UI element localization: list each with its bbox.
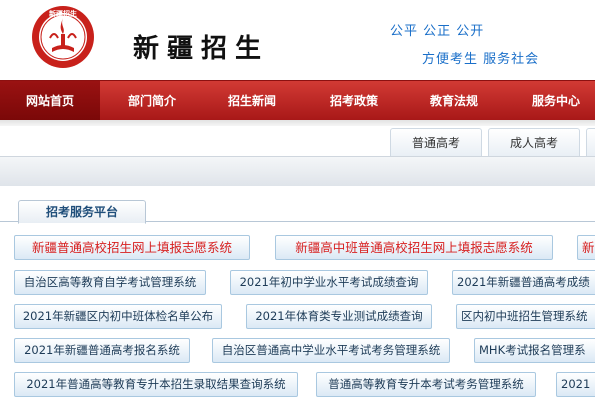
main-nav: 网站首页 部门简介 招生新闻 招考政策 教育法规 服务中心 bbox=[0, 80, 595, 121]
service-button[interactable]: 2021 bbox=[556, 372, 595, 397]
service-button[interactable]: 自治区高等教育自学考试管理系统 bbox=[14, 270, 206, 295]
nav-item-service-center[interactable]: 服务中心 bbox=[506, 81, 595, 121]
service-button[interactable]: 新疆普通高校招生网上填报志愿系统 bbox=[14, 235, 250, 260]
service-button[interactable]: 普通高等教育专升本考试考务管理系统 bbox=[316, 372, 536, 397]
site-title: 新疆招生 bbox=[133, 34, 270, 64]
page: 新疆招生 新疆招生 公平 公正 公开 方便考生 服务社会 网站首页 部门简介 招… bbox=[0, 0, 595, 406]
service-button[interactable]: 2021年初中学业水平考试成绩查询 bbox=[230, 270, 428, 295]
service-button[interactable]: 2021年新疆普通高考成绩 bbox=[452, 270, 595, 295]
service-button[interactable]: 区内初中班招生管理系统 bbox=[456, 304, 595, 329]
gray-band bbox=[0, 156, 595, 186]
nav-item-news[interactable]: 招生新闻 bbox=[204, 81, 300, 121]
tab-regular-exam[interactable]: 普通高考 bbox=[390, 128, 482, 156]
site-logo-icon[interactable]: 新疆招生 bbox=[30, 4, 96, 70]
service-button[interactable]: 新疆高中班普通高校招生网上填报志愿系统 bbox=[275, 235, 553, 260]
nav-item-home[interactable]: 网站首页 bbox=[0, 81, 100, 121]
tab-more[interactable] bbox=[586, 128, 595, 156]
exam-subtabs: 普通高考 成人高考 bbox=[0, 126, 595, 156]
logo-text: 新疆招生 bbox=[49, 9, 77, 18]
nav-item-policy[interactable]: 招考政策 bbox=[304, 81, 404, 121]
slogan-line-2: 方便考生 服务社会 bbox=[422, 52, 540, 67]
service-button[interactable]: 2021年普通高等教育专升本招生录取结果查询系统 bbox=[14, 372, 298, 397]
service-button[interactable]: 2021年体育类专业测试成绩查询 bbox=[246, 304, 432, 329]
service-button[interactable]: 自治区普通高中学业水平考试考务管理系统 bbox=[212, 338, 450, 363]
nav-item-department[interactable]: 部门简介 bbox=[104, 81, 200, 121]
platform-title: 招考服务平台 bbox=[18, 200, 146, 224]
tab-adult-exam[interactable]: 成人高考 bbox=[488, 128, 580, 156]
nav-item-regulations[interactable]: 教育法规 bbox=[406, 81, 502, 121]
service-button[interactable]: 2021年新疆普通高考报名系统 bbox=[14, 338, 190, 363]
slogan-line-1: 公平 公正 公开 bbox=[390, 24, 485, 39]
site-header: 新疆招生 新疆招生 公平 公正 公开 方便考生 服务社会 bbox=[0, 0, 595, 80]
service-button[interactable]: 新 bbox=[577, 235, 595, 260]
service-button[interactable]: MHK考试报名管理系 bbox=[474, 338, 595, 363]
service-button[interactable]: 2021年新疆区内初中班体检名单公布 bbox=[14, 304, 222, 329]
